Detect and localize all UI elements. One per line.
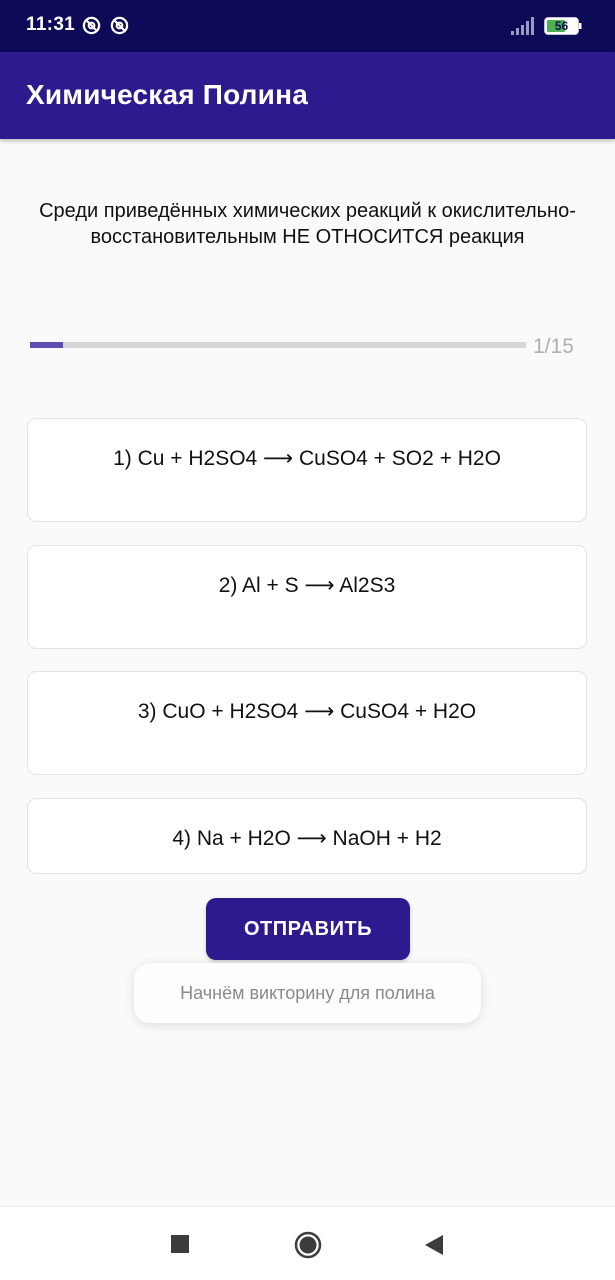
- battery-level: 56: [554, 19, 569, 33]
- status-bar: 11:31 56: [0, 0, 615, 52]
- at-sign-icon: [110, 16, 129, 35]
- system-nav-bar: [0, 1206, 615, 1280]
- app-title: Химическая Полина: [26, 79, 308, 110]
- back-triangle-icon[interactable]: [424, 1234, 444, 1256]
- answer-option-label: 1) Cu + H2SO4 ⟶ CuSO4 + SO2 + H2O: [113, 447, 501, 470]
- screen: 11:31 56 Химическая Полина Среди приведё…: [0, 0, 615, 1280]
- at-sign-icon: [82, 16, 101, 35]
- answer-option-label: 4) Na + H2O ⟶ NaOH + H2: [172, 827, 442, 850]
- quiz-progress-fill: [30, 342, 64, 348]
- toast-message: Начнём викторину для полина: [134, 963, 481, 1023]
- app-bar: Химическая Полина: [0, 52, 615, 139]
- answer-option-1[interactable]: 1) Cu + H2SO4 ⟶ CuSO4 + SO2 + H2O: [27, 418, 587, 522]
- answer-option-label: 3) CuO + H2SO4 ⟶ CuSO4 + H2O: [137, 700, 477, 723]
- signal-icon: [511, 17, 534, 35]
- status-time: 11:31: [26, 14, 76, 35]
- answer-option-4[interactable]: 4) Na + H2O ⟶ NaOH + H2: [27, 798, 587, 874]
- answer-option-3[interactable]: 3) CuO + H2SO4 ⟶ CuSO4 + H2O: [27, 671, 587, 775]
- answer-option-2[interactable]: 2) Al + S ⟶ Al2S3: [27, 545, 587, 649]
- home-circle-icon[interactable]: [294, 1231, 322, 1259]
- answer-option-label: 2) Al + S ⟶ Al2S3: [218, 574, 396, 597]
- recents-square-icon[interactable]: [171, 1235, 189, 1253]
- progress-counter: 1/15: [533, 335, 574, 358]
- quiz-progress-bar: [30, 342, 526, 348]
- question-text: Среди приведённых химических реакций к о…: [39, 200, 576, 248]
- submit-button[interactable]: ОТПРАВИТЬ: [206, 898, 410, 960]
